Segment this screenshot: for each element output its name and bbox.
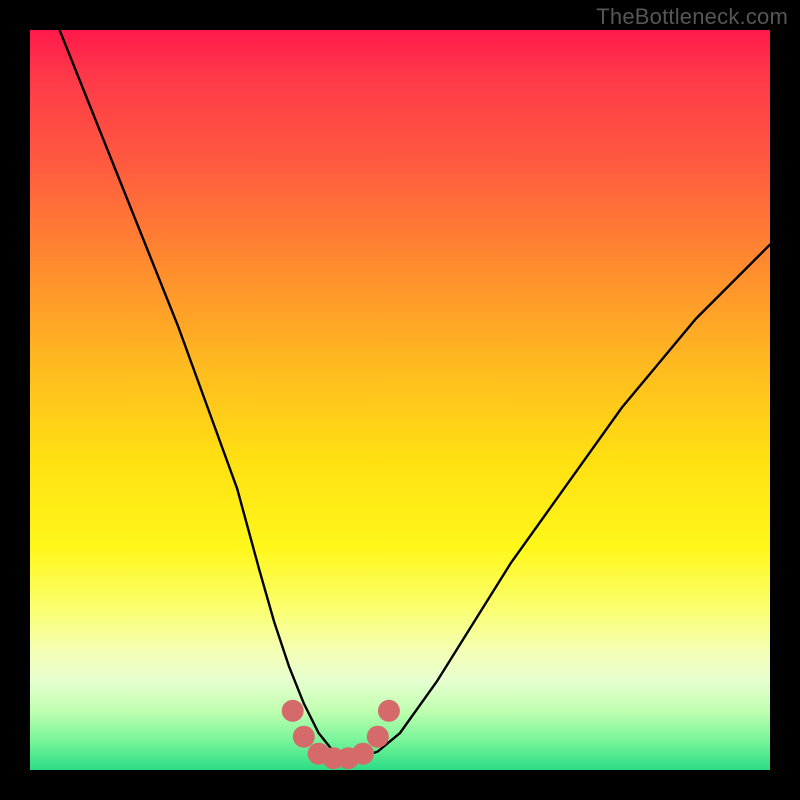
watermark-text: TheBottleneck.com: [596, 4, 788, 30]
marker-dot: [367, 726, 389, 748]
chart-plot-area: [30, 30, 770, 770]
marker-dot: [352, 743, 374, 765]
bottleneck-curve: [60, 30, 770, 757]
optimal-zone-markers: [282, 700, 400, 769]
marker-dot: [378, 700, 400, 722]
chart-svg: [30, 30, 770, 770]
marker-dot: [282, 700, 304, 722]
marker-dot: [293, 726, 315, 748]
